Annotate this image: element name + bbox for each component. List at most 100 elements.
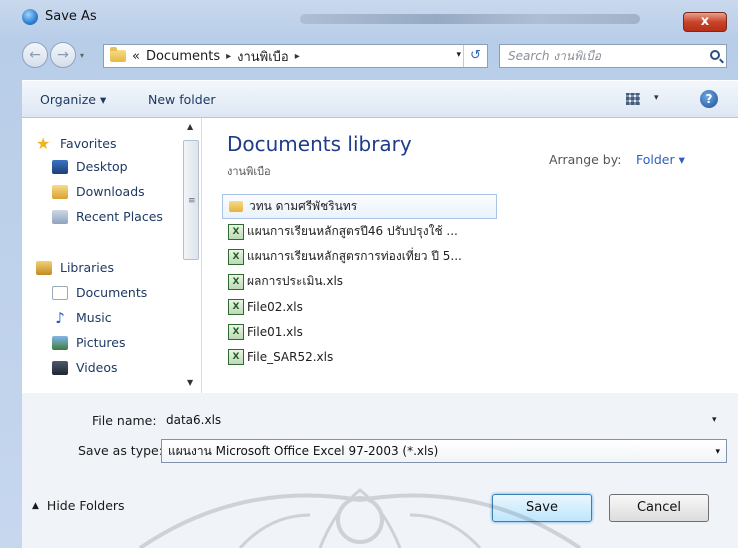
title-bar: Save As x [0,0,738,34]
file-name: ผลการประเมิน.xls [247,274,344,288]
videos-icon [52,360,68,375]
breadcrumb-chevron-icon[interactable]: ▸ [226,51,231,62]
address-row: ← → ▾ « Documents ▸ งานพิเบือ ▸ ▾ ↺ Sear… [0,36,738,74]
breadcrumb-chevron-icon[interactable]: ▸ [295,51,300,62]
recent-places-icon [52,209,68,224]
help-icon[interactable]: ? [700,90,718,108]
search-icon[interactable] [710,50,720,60]
search-input[interactable]: Search งานพิเบือ [499,44,727,68]
nav-item-label: Downloads [76,184,145,199]
app-icon [22,9,38,25]
list-item[interactable]: X แผนการเรียนหลักสูตรปี46 ปรับปรุงใช้ ..… [222,219,497,244]
nav-item-recent-places[interactable]: Recent Places [52,209,163,224]
nav-favorites[interactable]: ★ Favorites [36,134,116,153]
navigation-pane: ★ Favorites Desktop Downloads Recent Pla… [22,118,202,393]
file-name: File02.xls [247,299,303,314]
file-name: แผนการเรียนหลักสูตรปี46 ปรับปรุงใช้ ... [247,224,458,238]
cancel-button[interactable]: Cancel [609,494,709,522]
star-icon: ★ [36,134,51,153]
list-item[interactable]: X File_SAR52.xls [222,344,497,369]
blurred-titlebar-area [300,14,640,24]
file-name: File_SAR52.xls [247,349,334,364]
arrange-by-dropdown[interactable]: Folder ▾ [636,152,685,167]
excel-file-icon: X [228,348,244,365]
desktop-icon [52,159,68,174]
nav-item-label: Documents [76,285,148,300]
nav-favorites-label: Favorites [60,136,117,151]
command-toolbar: Organize ▾ New folder ▾ ? [22,80,738,118]
refresh-button[interactable]: ↺ [463,45,487,67]
breadcrumb-documents[interactable]: Documents [146,49,220,64]
back-arrow-icon: ← [29,47,41,63]
excel-file-icon: X [228,248,244,265]
file-list: วทน ดามศรีพัชรินทร X แผนการเรียนหลักสูตร… [222,194,497,369]
nav-libraries[interactable]: Libraries [36,260,114,275]
nav-libraries-label: Libraries [60,260,114,275]
address-dropdown-icon[interactable]: ▾ [456,50,461,60]
nav-item-label: Music [76,310,112,325]
nav-item-pictures[interactable]: Pictures [52,335,126,350]
nav-scroll-thumb[interactable]: ≡ [183,140,199,260]
excel-file-icon: X [228,273,244,290]
list-item[interactable]: X File01.xls [222,319,497,344]
file-name-dropdown-icon[interactable]: ▾ [712,415,717,425]
recent-pages-dropdown[interactable]: ▾ [80,51,84,60]
file-name-field[interactable] [162,409,726,431]
scroll-up-icon[interactable]: ▲ [187,122,193,131]
music-icon: ♪ [55,308,65,327]
back-button[interactable]: ← [22,42,48,68]
forward-arrow-icon: → [57,47,69,63]
documents-icon [52,285,68,300]
views-dropdown-icon[interactable]: ▾ [654,93,659,103]
nav-item-downloads[interactable]: Downloads [52,184,145,199]
file-name: แผนการเรียนหลักสูตรการท่องเที่ยว ปี 5... [247,249,462,263]
nav-item-desktop[interactable]: Desktop [52,159,128,174]
pictures-icon [52,335,68,350]
search-placeholder: Search งานพิเบือ [508,49,601,63]
grip-icon: ≡ [188,196,196,206]
list-item[interactable]: X File02.xls [222,294,497,319]
nav-item-label: Desktop [76,159,128,174]
list-item[interactable]: X แผนการเรียนหลักสูตรการท่องเที่ยว ปี 5.… [222,244,497,269]
list-item[interactable]: X ผลการประเมิน.xls [222,269,497,294]
views-icon[interactable] [626,93,640,105]
collapse-arrow-icon: ▲ [32,500,39,511]
breadcrumb-current-folder[interactable]: งานพิเบือ [237,46,289,67]
nav-item-documents[interactable]: Documents [52,285,147,300]
file-name-label: File name: [92,413,157,428]
new-folder-button[interactable]: New folder [148,92,216,107]
downloads-icon [52,184,68,199]
nav-scrollbar[interactable]: ▲ ≡ ▼ [183,118,200,393]
folder-icon [229,201,243,212]
library-title: Documents library [227,132,412,156]
save-as-type-label: Save as type: [78,443,163,458]
nav-item-label: Recent Places [76,209,163,224]
breadcrumb-overflow[interactable]: « [132,49,140,64]
arrange-by-label: Arrange by: [549,152,622,167]
address-bar[interactable]: « Documents ▸ งานพิเบือ ▸ ▾ ↺ [103,44,488,68]
hide-folders-button[interactable]: ▲ Hide Folders [32,498,125,513]
library-subtitle: งานพิเบือ [227,165,271,178]
nav-item-label: Pictures [76,335,126,350]
save-as-type-value: แผนงาน Microsoft Office Excel 97-2003 (*… [168,444,439,458]
save-as-dialog: Save As x ← → ▾ « Documents ▸ งานพิเบือ … [0,0,738,548]
organize-button[interactable]: Organize ▾ [40,92,106,107]
excel-file-icon: X [228,298,244,315]
nav-item-videos[interactable]: Videos [52,360,118,375]
nav-item-music[interactable]: ♪ Music [52,308,112,327]
libraries-icon [36,260,52,275]
file-name: File01.xls [247,324,303,339]
file-name: วทน ดามศรีพัชรินทร [249,199,358,213]
close-button[interactable]: x [683,12,727,32]
excel-file-icon: X [228,223,244,240]
watermark-seal [138,488,582,548]
excel-file-icon: X [228,323,244,340]
nav-item-label: Videos [76,360,118,375]
window-title: Save As [45,9,97,24]
hide-folders-label: Hide Folders [46,498,125,513]
chevron-down-icon[interactable]: ▾ [715,441,720,463]
forward-button[interactable]: → [50,42,76,68]
folder-icon [110,47,126,62]
list-item[interactable]: วทน ดามศรีพัชรินทร [222,194,497,219]
scroll-down-icon[interactable]: ▼ [187,378,193,387]
